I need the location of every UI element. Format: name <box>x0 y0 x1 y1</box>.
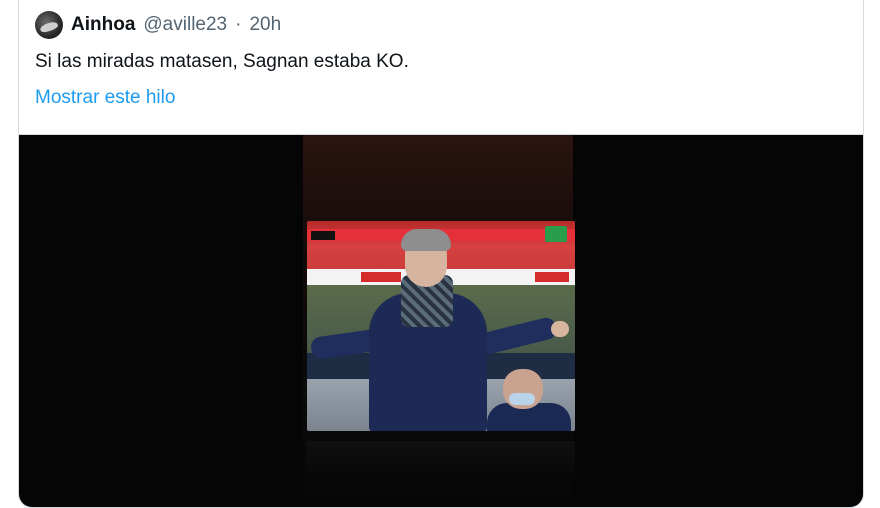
coach-hand <box>551 321 569 337</box>
tweet-text: Si las miradas matasen, Sagnan estaba KO… <box>35 51 409 72</box>
tv-stand <box>307 441 575 481</box>
show-thread-link[interactable]: Mostrar este hilo <box>35 87 175 109</box>
author-name[interactable]: Ainhoa <box>71 14 135 36</box>
author-avatar[interactable] <box>35 11 63 39</box>
tv-screen <box>307 221 575 431</box>
tweet-header: Ainhoa @aville23 · 20h <box>35 11 281 39</box>
tv-scorebox <box>311 231 335 240</box>
coach-hair <box>401 229 451 251</box>
tweet-timestamp[interactable]: 20h <box>249 14 281 36</box>
separator-dot: · <box>235 14 242 35</box>
bench-person-mask <box>509 393 535 405</box>
tweet-media-video[interactable] <box>19 134 863 507</box>
author-handle[interactable]: @aville23 <box>143 14 227 36</box>
tv-channel-logo <box>545 226 567 242</box>
tweet-card[interactable]: Ainhoa @aville23 · 20h Si las miradas ma… <box>18 0 864 508</box>
